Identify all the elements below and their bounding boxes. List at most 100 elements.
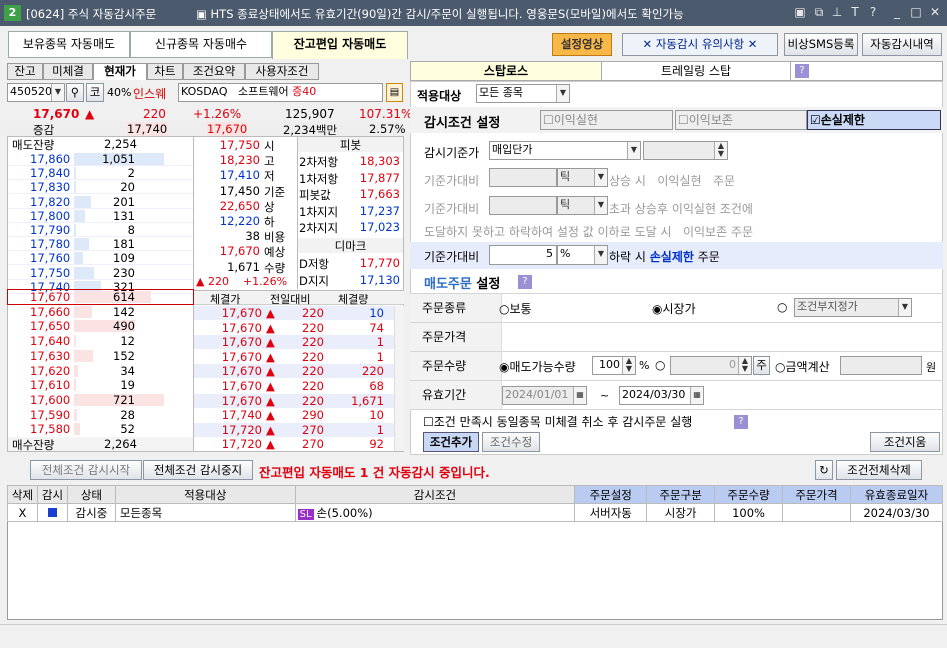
- sellable-qty-radio[interactable]: ◉매도가능수량: [499, 358, 576, 375]
- column-header[interactable]: 유효종료일자: [849, 485, 944, 504]
- tab-balance[interactable]: 잔고: [7, 63, 43, 80]
- order-type-market-radio[interactable]: ◉시장가: [652, 300, 696, 317]
- help-icon[interactable]: ?: [866, 5, 880, 19]
- table-row[interactable]: X 감시중 모든종목 SL 손(5.00%) 서버자동 시장가 100% 2024/03/30: [7, 503, 944, 522]
- loss-value-input[interactable]: 5: [489, 245, 557, 265]
- restore-icon[interactable]: ⧉: [812, 5, 826, 19]
- amount-calc-radio[interactable]: ○금액계산: [775, 358, 830, 375]
- tab-unfilled[interactable]: 미체결: [43, 63, 93, 80]
- add-condition-button[interactable]: 조건추가: [423, 432, 479, 452]
- column-header[interactable]: 감시: [36, 485, 68, 504]
- caution-button[interactable]: ✕ 자동감시 유의사항 ✕: [622, 33, 778, 56]
- tab-stop-loss[interactable]: 스탑로스: [411, 62, 601, 80]
- column-header[interactable]: 삭제: [7, 485, 38, 504]
- ask-row[interactable]: 17,780 181: [8, 237, 193, 252]
- market-button[interactable]: 코: [86, 83, 104, 102]
- tab-balance-auto-sell[interactable]: 잔고편입 자동매도: [272, 31, 408, 59]
- loss-limit-checkbox[interactable]: ☑손실제한: [807, 110, 941, 130]
- setting-video-button[interactable]: 설정영상: [552, 33, 612, 56]
- ask-row[interactable]: 17,790 8: [8, 223, 193, 237]
- line2-unit-select[interactable]: 틱 ▼: [557, 196, 608, 215]
- line2-value-input[interactable]: [489, 196, 557, 215]
- valid-from-date[interactable]: 2024/01/01 ▦: [502, 386, 587, 405]
- bid-row[interactable]: 17,580 52: [8, 422, 193, 436]
- modify-condition-button[interactable]: 조건수정: [482, 432, 540, 452]
- up-arrow-icon: ▲: [266, 408, 275, 423]
- profit-taking-checkbox[interactable]: ☐이익실현: [540, 110, 673, 130]
- column-header[interactable]: 적용대상: [114, 485, 296, 504]
- ask-row[interactable]: 17,800 131: [8, 209, 193, 223]
- ask-row[interactable]: 17,820 201: [8, 195, 193, 209]
- bid-row[interactable]: 17,650 490: [8, 319, 193, 333]
- target-select[interactable]: 모든 종목 ▼: [476, 84, 570, 103]
- trades-scrollbar[interactable]: [394, 306, 404, 451]
- trade-price: 17,670: [221, 379, 262, 393]
- column-header[interactable]: 감시조건: [294, 485, 576, 504]
- ask-row[interactable]: 17,750 230: [8, 266, 193, 280]
- ask-row[interactable]: 17,830 20: [8, 180, 193, 195]
- tab-new-auto-buy[interactable]: 신규종목 자동매수: [130, 31, 272, 58]
- qty-count-radio[interactable]: ○: [655, 358, 665, 372]
- order-type-conditional-radio[interactable]: ○: [777, 300, 787, 314]
- del-cell[interactable]: X: [7, 503, 38, 522]
- ask-row[interactable]: 17,760 109: [8, 251, 193, 266]
- close-icon[interactable]: ✕: [928, 5, 942, 19]
- column-header[interactable]: 주문가격: [782, 485, 851, 504]
- column-header[interactable]: 주문설정: [574, 485, 648, 504]
- minimize-icon[interactable]: _: [890, 5, 904, 19]
- notice-icon[interactable]: ▤: [386, 83, 403, 102]
- tab-holding-auto-sell[interactable]: 보유종목 자동매도: [8, 31, 130, 58]
- help-icon[interactable]: ?: [518, 275, 532, 289]
- qty-count-input[interactable]: 0 ▲ ▼: [670, 356, 752, 375]
- pivot-row: 피봇값 17,663: [298, 187, 403, 203]
- bid-row[interactable]: 17,640 12: [8, 334, 193, 348]
- line1-unit-select[interactable]: 틱 ▼: [557, 168, 608, 187]
- refresh-icon[interactable]: ↻: [815, 460, 833, 480]
- stock-code-input[interactable]: 450520 ▼: [7, 83, 65, 102]
- tab-current-price[interactable]: 현재가: [93, 63, 147, 80]
- line1-value-input[interactable]: [489, 168, 557, 187]
- column-header[interactable]: 주문수량: [714, 485, 784, 504]
- stop-all-watch-button[interactable]: 전체조건 감시중지: [143, 460, 253, 480]
- bid-row[interactable]: 17,660 142: [8, 305, 193, 319]
- valid-to-date[interactable]: 2024/03/30 ▦: [619, 386, 704, 405]
- bid-row[interactable]: 17,590 28: [8, 408, 193, 422]
- loss-unit-select[interactable]: % ▼: [557, 245, 608, 265]
- auto-watch-history-button[interactable]: 자동감시내역: [862, 33, 942, 56]
- tab-condition-summary[interactable]: 조건요약: [183, 63, 245, 80]
- base-price-select[interactable]: 매입단가 ▼: [489, 141, 641, 160]
- pin-icon[interactable]: ⊥: [830, 5, 844, 19]
- delete-all-conditions-button[interactable]: 조건전체삭제: [836, 460, 922, 480]
- bid-row[interactable]: 17,670 614: [7, 289, 194, 305]
- ask-row[interactable]: 17,860 1,051: [8, 152, 193, 166]
- maximize-icon[interactable]: □: [909, 5, 923, 19]
- start-all-watch-button[interactable]: 전체조건 감시시작: [30, 460, 142, 480]
- tab-chart[interactable]: 차트: [147, 63, 183, 80]
- emergency-sms-button[interactable]: 비상SMS등록: [784, 33, 858, 56]
- bid-price: 17,670: [30, 290, 71, 304]
- help-icon[interactable]: ?: [734, 415, 748, 429]
- share-unit-button[interactable]: 주: [753, 356, 770, 375]
- bid-row[interactable]: 17,610 19: [8, 378, 193, 392]
- column-header[interactable]: 주문구분: [646, 485, 716, 504]
- help-icon[interactable]: ?: [795, 64, 809, 78]
- column-header[interactable]: 상태: [66, 485, 116, 504]
- bid-row[interactable]: 17,630 152: [8, 349, 193, 363]
- window-icon[interactable]: ▣: [793, 5, 807, 19]
- qty-percent-input[interactable]: 100 ▲ ▼: [592, 356, 636, 375]
- tab-user-condition[interactable]: 사용자조건: [245, 63, 319, 80]
- base-price-spinner[interactable]: ▲ ▼: [643, 141, 728, 160]
- order-type-normal-radio[interactable]: ○보통: [499, 300, 532, 317]
- profit-preserve-checkbox[interactable]: ☐이익보존: [675, 110, 807, 130]
- bid-row[interactable]: 17,600 721: [8, 393, 193, 407]
- bid-row[interactable]: 17,620 34: [8, 364, 193, 378]
- tab-trailing-stop[interactable]: 트레일링 스탑: [601, 62, 791, 80]
- title-bar: 2 [0624] 주식 자동감시주문 ▣ HTS 종료상태에서도 유효기간(90…: [0, 0, 947, 26]
- amount-input[interactable]: [840, 356, 922, 375]
- font-size-icon[interactable]: T: [848, 5, 862, 19]
- ask-row[interactable]: 17,840 2: [8, 166, 193, 181]
- clear-condition-button[interactable]: 조건지움: [870, 432, 940, 452]
- cancel-unfilled-checkbox[interactable]: ☐조건 만족시 동일종목 미체결 취소 후 감시주문 실행: [423, 413, 692, 430]
- search-icon[interactable]: ⚲: [66, 83, 84, 102]
- conditional-select[interactable]: 조건부지정가 ▼: [794, 298, 912, 317]
